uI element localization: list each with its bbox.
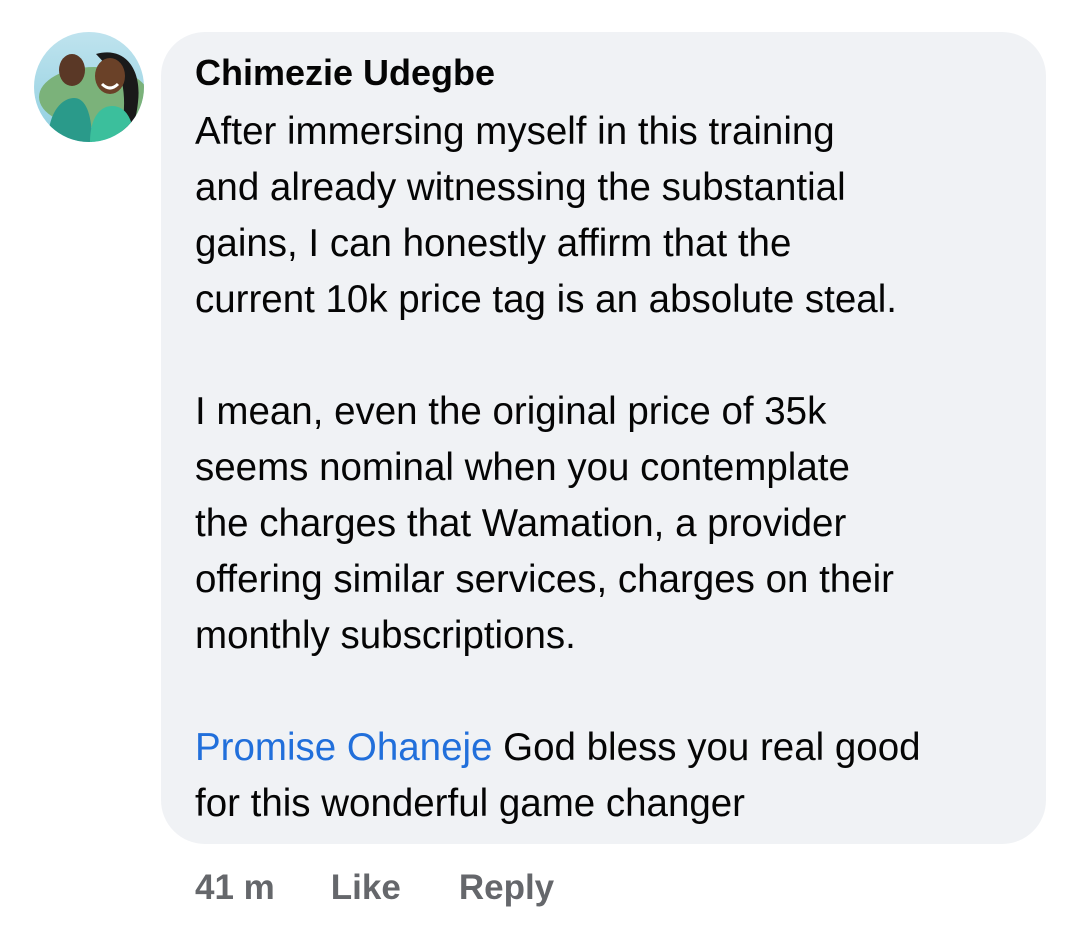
comment-line: for this wonderful game changer [195, 782, 745, 825]
comment-line: I mean, even the original price of 35k [195, 390, 827, 433]
mention-text: God bless you real good [492, 726, 921, 769]
comment-author[interactable]: Chimezie Udegbe [195, 52, 495, 94]
comment-line: monthly subscriptions. [195, 614, 576, 657]
mention-line: Promise Ohaneje God bless you real good [195, 720, 1035, 776]
comment-line: seems nominal when you contemplate [195, 446, 850, 489]
comment-line: offering similar services, charges on th… [195, 558, 894, 601]
comment-line: current 10k price tag is an absolute ste… [195, 278, 897, 321]
comment-line: and already witnessing the substantial [195, 166, 846, 209]
comment-line: After immersing myself in this training [195, 110, 835, 153]
comment-actions: 41 m Like Reply [195, 864, 554, 912]
avatar[interactable] [34, 32, 144, 142]
like-button[interactable]: Like [331, 868, 401, 908]
reply-button[interactable]: Reply [459, 868, 554, 908]
timestamp[interactable]: 41 m [195, 868, 275, 908]
comment-text: After immersing myself in this training … [195, 104, 1035, 832]
comment-line: gains, I can honestly affirm that the [195, 222, 792, 265]
mention-link[interactable]: Promise Ohaneje [195, 726, 492, 769]
profile-photo-icon [34, 32, 144, 142]
comment-line: the charges that Wamation, a provider [195, 502, 847, 545]
